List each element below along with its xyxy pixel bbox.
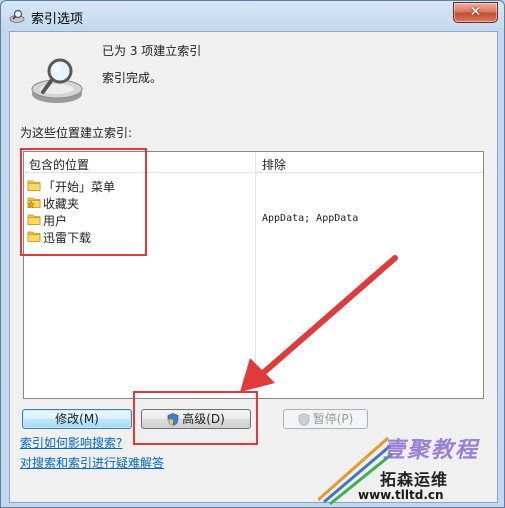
annotation-arrow	[240, 255, 398, 392]
